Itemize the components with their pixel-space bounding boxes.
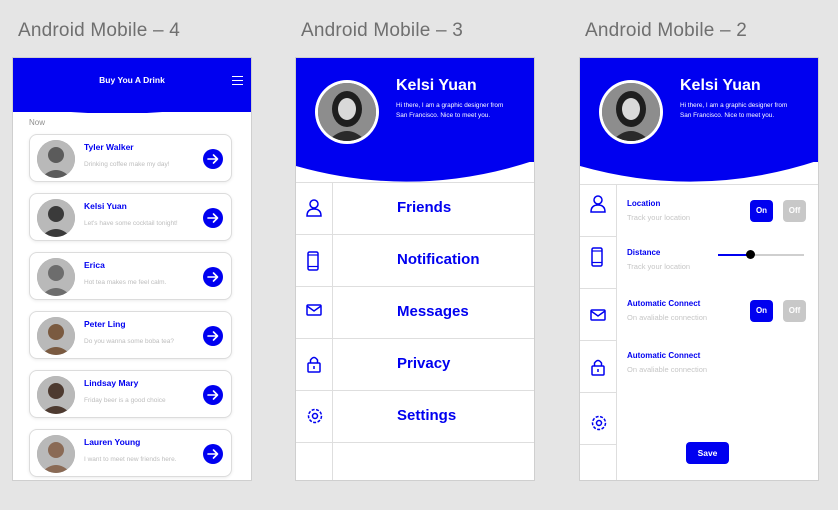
menu-item-settings[interactable]: Settings [296,390,534,442]
gear-icon [307,408,323,424]
auto-connect-title: Automatic Connect [627,299,701,308]
contact-message: Drinking coffee make my day! [84,161,170,168]
save-button[interactable]: Save [686,442,729,464]
section-label: Now [29,118,46,127]
menu-item-friends[interactable]: Friends [296,182,534,234]
distance-slider[interactable] [718,250,804,259]
arrow-right-icon [207,154,219,164]
arrow-right-icon [207,449,219,459]
sidebar-item-privacy[interactable] [580,341,617,393]
avatar [37,435,75,473]
contact-message: Hot tea makes me feel calm. [84,279,167,286]
auto-connect-subtitle: On avaliable connection [627,313,708,322]
contact-card[interactable]: Kelsi Yuan Let's have some cocktail tonig… [29,193,232,241]
contact-message: Let's have some cocktail tonight! [84,220,178,227]
avatar [37,317,75,355]
location-on-button[interactable]: On [750,200,773,222]
settings-screen: Kelsi Yuan Hi there, I am a graphic desi… [579,57,819,481]
avatar [599,80,663,144]
contact-name: Tyler Walker [84,142,134,152]
contact-name: Kelsi Yuan [84,201,127,211]
frame-title: Android Mobile – 2 [585,20,748,41]
menu-item-privacy[interactable]: Privacy [296,338,534,390]
contact-card[interactable]: Lauren Young I want to meet new friends h… [29,429,232,477]
contact-name: Erica [84,260,105,270]
arrow-right-icon [207,272,219,282]
person-icon [306,199,322,217]
person-icon [590,195,606,213]
avatar [37,199,75,237]
menu-empty-row [296,442,534,480]
arrow-right-icon [207,331,219,341]
distance-title: Distance [627,248,661,257]
auto-connect-off-button[interactable]: Off [783,300,806,322]
contact-name: Lindsay Mary [84,378,139,388]
menu-item-messages[interactable]: Messages [296,286,534,338]
open-chat-button[interactable] [203,149,223,169]
open-chat-button[interactable] [203,267,223,287]
contact-card[interactable]: Peter Ling Do you wanna some boba tea? [29,311,232,359]
distance-subtitle: Track your location [627,262,691,271]
mail-icon [306,304,322,316]
lock-icon [307,356,321,373]
menu-item-notification[interactable]: Notification [296,234,534,286]
auto-connect-on-button[interactable]: On [750,300,773,322]
open-chat-button[interactable] [203,326,223,346]
hamburger-icon[interactable] [232,76,243,86]
contact-card[interactable]: Tyler Walker Drinking coffee make my day! [29,134,232,182]
profile-bio: Hi there, I am a graphic designer from S… [396,102,504,119]
arrow-right-icon [207,213,219,223]
contact-message: I want to meet new friends here. [84,456,177,463]
slider-handle[interactable] [746,250,756,259]
mail-icon [590,309,606,321]
avatar [37,376,75,414]
contact-card[interactable]: Lindsay Mary Friday beer is a good choice [29,370,232,418]
menu-item-label: Friends [397,199,452,216]
contact-message: Do you wanna some boba tea? [84,338,174,345]
profile-name: Kelsi Yuan [396,77,477,94]
arrow-right-icon [207,390,219,400]
lock-icon [591,359,605,376]
profile-header: Kelsi Yuan Hi there, I am a graphic desi… [580,58,818,182]
contact-message: Friday beer is a good choice [84,397,166,404]
profile-bio: Hi there, I am a graphic designer from S… [680,102,788,119]
sidebar-item-friends[interactable] [580,185,617,237]
sidebar-item-messages[interactable] [580,289,617,341]
menu-screen: Kelsi Yuan Hi there, I am a graphic desi… [295,57,535,481]
app-title: Buy You A Drink [99,75,165,85]
menu-item-label: Messages [397,303,469,320]
open-chat-button[interactable] [203,385,223,405]
profile-name: Kelsi Yuan [680,77,761,94]
location-title: Location [627,199,661,208]
settings-sidebar [580,184,617,480]
app-header: Buy You A Drink [13,58,251,113]
auto-connect-subtitle: On avaliable connection [627,365,708,374]
menu-item-label: Privacy [397,355,451,372]
avatar [37,140,75,178]
location-off-button[interactable]: Off [783,200,806,222]
friends-screen: Buy You A Drink Now Tyler Walker Drinking… [12,57,252,481]
frame-title: Android Mobile – 4 [18,20,181,41]
location-subtitle: Track your location [627,213,691,222]
contact-card[interactable]: Erica Hot tea makes me feel calm. [29,252,232,300]
contact-name: Lauren Young [84,437,141,447]
auto-connect-title: Automatic Connect [627,351,701,360]
menu-item-label: Notification [397,251,480,268]
menu-item-label: Settings [397,407,457,424]
sidebar-item-notification[interactable] [580,237,617,289]
open-chat-button[interactable] [203,208,223,228]
phone-icon [591,247,603,267]
sidebar-item-settings[interactable] [580,393,617,445]
profile-header: Kelsi Yuan Hi there, I am a graphic desi… [296,58,534,182]
frame-title: Android Mobile – 3 [301,20,464,41]
gear-icon [591,415,607,431]
divider [617,184,818,185]
open-chat-button[interactable] [203,444,223,464]
avatar [315,80,379,144]
phone-icon [307,251,319,271]
avatar [37,258,75,296]
contact-name: Peter Ling [84,319,126,329]
